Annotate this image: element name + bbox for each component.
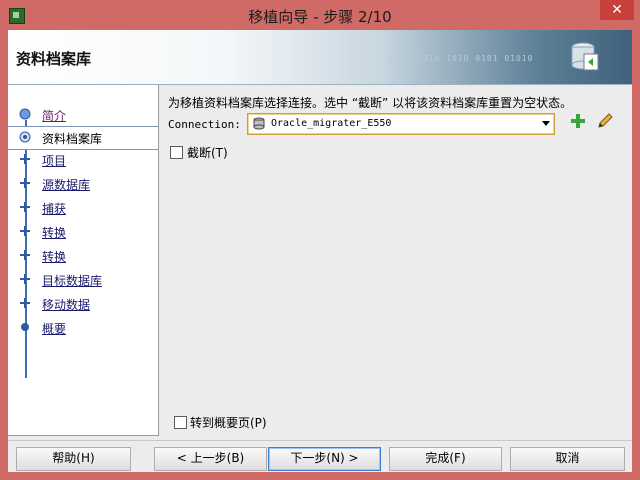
nav-step-label: 项目 bbox=[42, 154, 67, 168]
repository-panel: 为移植资料档案库选择连接。选中 “截断” 以将该资料档案库重置为空状态。 Con… bbox=[168, 92, 628, 432]
title-bar[interactable]: 移植向导 - 步骤 2/10 ✕ bbox=[0, 0, 640, 30]
step-icon bbox=[21, 323, 29, 331]
checked-step-icon bbox=[19, 108, 31, 120]
wizard-header: 资料档案库 0101 1010 1010 0101 01010 bbox=[8, 30, 632, 85]
migration-wizard-window: 移植向导 - 步骤 2/10 ✕ 资料档案库 0101 1010 1010 01… bbox=[0, 0, 640, 480]
step-icon bbox=[20, 178, 30, 188]
nav-step-label: 移动数据 bbox=[42, 298, 91, 312]
nav-step-label: 资料档案库 bbox=[42, 132, 103, 146]
nav-step-label: 源数据库 bbox=[42, 178, 91, 192]
database-icon bbox=[253, 117, 265, 130]
add-icon[interactable] bbox=[570, 113, 586, 129]
step-icon bbox=[20, 202, 30, 212]
page-title: 资料档案库 bbox=[16, 50, 92, 68]
nav-step-label: 概要 bbox=[42, 322, 67, 336]
next-button[interactable]: 下一步(N) > bbox=[268, 447, 381, 471]
nav-step-repository[interactable]: 资料档案库 bbox=[8, 126, 158, 150]
nav-step-intro[interactable]: 简介 bbox=[8, 104, 158, 126]
step-icon bbox=[20, 154, 30, 164]
finish-button[interactable]: 完成(F) bbox=[389, 447, 502, 471]
footer-divider bbox=[8, 440, 632, 441]
nav-step-label: 简介 bbox=[42, 109, 67, 123]
step-icon bbox=[20, 274, 30, 284]
step-icon bbox=[20, 226, 30, 236]
chevron-down-icon[interactable] bbox=[542, 121, 550, 126]
connection-label: Connection: bbox=[168, 118, 241, 131]
nav-step-source-db[interactable]: 源数据库 bbox=[8, 173, 158, 195]
truncate-checkbox[interactable] bbox=[170, 146, 183, 159]
close-button[interactable]: ✕ bbox=[600, 0, 634, 20]
current-step-icon bbox=[19, 131, 31, 143]
nav-step-label: 捕获 bbox=[42, 202, 67, 216]
wizard-steps-nav: 简介 资料档案库 项目 源数据库 捕获 转换 转换 目标数据库 移动数据 概要 bbox=[8, 85, 159, 436]
header-decoration: 0101 1010 1010 0101 01010 bbox=[388, 54, 534, 63]
cancel-button[interactable]: 取消 bbox=[510, 447, 625, 471]
nav-step-convert[interactable]: 转换 bbox=[8, 221, 158, 243]
help-button[interactable]: 帮助(H) bbox=[16, 447, 131, 471]
database-header-icon bbox=[571, 42, 599, 71]
edit-icon[interactable] bbox=[596, 112, 614, 130]
back-button[interactable]: < 上一步(B) bbox=[154, 447, 267, 471]
nav-step-capture[interactable]: 捕获 bbox=[8, 197, 158, 219]
window-title: 移植向导 - 步骤 2/10 bbox=[248, 8, 392, 26]
goto-summary-label: 转到概要页(P) bbox=[190, 416, 267, 430]
wizard-client: 资料档案库 0101 1010 1010 0101 01010 简介 资料档案库 bbox=[8, 30, 632, 472]
nav-step-summary[interactable]: 概要 bbox=[8, 317, 158, 339]
instruction-text: 为移植资料档案库选择连接。选中 “截断” 以将该资料档案库重置为空状态。 bbox=[168, 96, 573, 110]
nav-step-project[interactable]: 项目 bbox=[8, 149, 158, 171]
step-icon bbox=[20, 298, 30, 308]
connection-value: Oracle_migrater_E550 bbox=[271, 118, 392, 129]
truncate-label: 截断(T) bbox=[187, 146, 228, 160]
nav-step-move-data[interactable]: 移动数据 bbox=[8, 293, 158, 315]
connection-select[interactable]: Oracle_migrater_E550 bbox=[247, 113, 555, 135]
nav-step-label: 转换 bbox=[42, 226, 67, 240]
nav-step-translate[interactable]: 转换 bbox=[8, 245, 158, 267]
goto-summary-checkbox[interactable] bbox=[174, 416, 187, 429]
nav-step-label: 目标数据库 bbox=[42, 274, 103, 288]
nav-step-target-db[interactable]: 目标数据库 bbox=[8, 269, 158, 291]
nav-step-label: 转换 bbox=[42, 250, 67, 264]
step-icon bbox=[20, 250, 30, 260]
